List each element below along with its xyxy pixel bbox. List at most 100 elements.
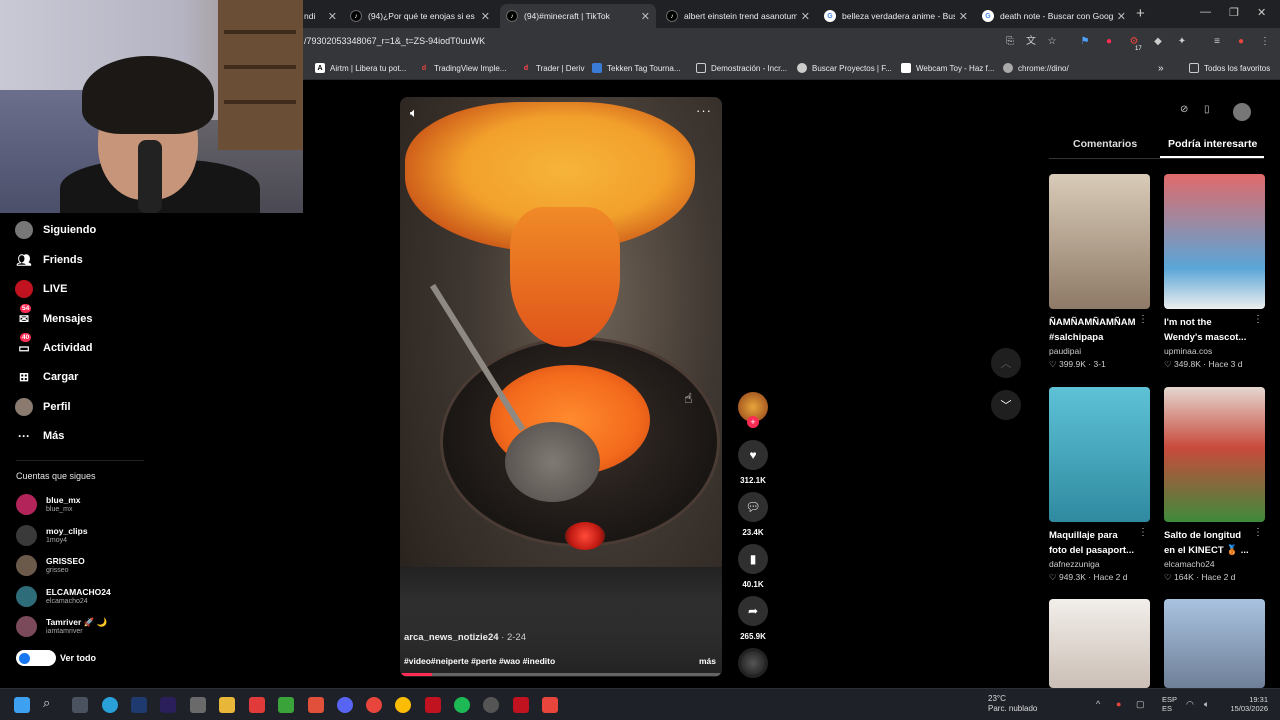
extension-icon[interactable]: ◆: [1151, 35, 1165, 49]
bookmark-item[interactable]: d TradingView Imple...: [419, 63, 507, 73]
new-tab-icon[interactable]: +: [1136, 5, 1145, 22]
premiere-icon[interactable]: [160, 697, 176, 713]
clock[interactable]: 19:31 15/03/2026: [1228, 695, 1268, 713]
obs-icon[interactable]: [483, 697, 499, 713]
follow-plus-icon[interactable]: +: [747, 416, 759, 428]
recommended-video-card[interactable]: Maquillaje para foto del pasaport... daf…: [1049, 387, 1150, 584]
close-tab-icon[interactable]: ✕: [641, 10, 650, 23]
translate-icon[interactable]: ⎘: [1003, 35, 1017, 49]
wifi-icon[interactable]: ◠: [1186, 699, 1194, 710]
discord-icon[interactable]: [337, 697, 353, 713]
weather-widget[interactable]: 23°C Parc. nublado: [988, 694, 1037, 714]
tab-podria-interesarte[interactable]: Podría interesarte: [1168, 138, 1257, 150]
app-icon[interactable]: [425, 697, 441, 713]
video-player[interactable]: 🔈︎ ··· arca_news_notizie24 · 2-24 #video…: [400, 97, 722, 677]
followed-account[interactable]: Tamriver 🚀 🌙 iamtamriver: [16, 616, 107, 637]
browser-tab[interactable]: ♪ albert einstein trend asanotum ✕: [660, 4, 816, 28]
sidebar-item-friends[interactable]: 👥︎ Friends: [15, 251, 82, 269]
brave-icon[interactable]: [308, 697, 324, 713]
photoshop-icon[interactable]: [131, 697, 147, 713]
star-icon[interactable]: ☆: [1045, 35, 1059, 49]
language-indicator[interactable]: ESP ES: [1162, 695, 1177, 713]
close-tab-icon[interactable]: ✕: [1117, 10, 1126, 23]
url-field[interactable]: /79302053348067_r=1&_t=ZS-94iodT0uuWK: [304, 36, 485, 46]
search-icon[interactable]: ⌕: [43, 695, 59, 711]
browser-tab[interactable]: ndi ✕: [298, 4, 343, 28]
more-options-icon[interactable]: ⋮: [1253, 314, 1263, 325]
extension-icon[interactable]: ⚑: [1078, 35, 1092, 49]
app-icon[interactable]: [542, 697, 558, 713]
sidebar-item-mas[interactable]: ··· Más: [15, 427, 64, 445]
browser-tab[interactable]: ♪ (94)¿Por qué te enojas si es sol ✕: [344, 4, 496, 28]
recommended-video-card[interactable]: I'm not the Wendy's mascot... upminaa.co…: [1164, 174, 1265, 371]
minimize-icon[interactable]: —: [1200, 6, 1211, 18]
file-explorer-icon[interactable]: [219, 697, 235, 713]
close-tab-icon[interactable]: ✕: [481, 10, 490, 23]
restore-icon[interactable]: ❐: [1229, 6, 1239, 19]
app-icon[interactable]: [190, 697, 206, 713]
more-options-icon[interactable]: ⋮: [1253, 527, 1263, 538]
all-bookmarks-button[interactable]: Todos los favoritos: [1189, 63, 1270, 73]
bookmark-item[interactable]: A Airtm | Libera tu pot...: [315, 63, 406, 73]
profile-icon[interactable]: ●: [1234, 35, 1248, 49]
tray-icon[interactable]: ▢: [1136, 699, 1145, 710]
see-all-button[interactable]: Ver todo: [16, 650, 96, 666]
recommended-video-card[interactable]: [1164, 599, 1265, 688]
close-window-icon[interactable]: ✕: [1257, 6, 1266, 19]
more-text-button[interactable]: más: [699, 656, 716, 666]
more-options-icon[interactable]: ⋮: [1138, 314, 1148, 325]
previous-video-button[interactable]: ︿: [991, 348, 1021, 378]
sidebar-item-mensajes[interactable]: ✉ 54 Mensajes: [15, 304, 93, 328]
recommended-video-card[interactable]: Salto de longitud en el KINECT 🥉 ... elc…: [1164, 387, 1265, 584]
minecraft-icon[interactable]: [278, 697, 294, 713]
volume-icon[interactable]: 🔈︎: [410, 105, 418, 121]
puzzle-icon[interactable]: ✦: [1175, 35, 1189, 49]
browser-tab-active[interactable]: ♪ (94)#minecraft | TikTok ✕: [500, 4, 656, 28]
extension-icon[interactable]: ⚙ 17: [1127, 35, 1142, 52]
task-view-icon[interactable]: [72, 697, 88, 713]
profile-avatar[interactable]: [1233, 103, 1251, 121]
compass-icon[interactable]: ⊘: [1180, 104, 1188, 115]
recommended-video-card[interactable]: ÑAMÑAMÑAMÑAM #salchipapa paudipai ♡ 399.…: [1049, 174, 1150, 371]
followed-account[interactable]: blue_mx blue_mx: [16, 494, 81, 515]
share-button[interactable]: ➦ 265.9K: [736, 596, 770, 641]
edge-icon[interactable]: [102, 697, 118, 713]
app-icon[interactable]: [513, 697, 529, 713]
bookmark-item[interactable]: d Trader | Deriv: [521, 63, 585, 73]
sidebar-item-siguiendo[interactable]: Siguiendo: [15, 221, 96, 239]
device-icon[interactable]: ▯: [1204, 104, 1210, 115]
bookmark-item[interactable]: chrome://dino/: [1003, 63, 1069, 73]
media-icon[interactable]: ≡: [1210, 35, 1224, 49]
app-icon[interactable]: [249, 697, 265, 713]
chevron-up-icon[interactable]: ^: [1096, 699, 1100, 709]
bookmark-item[interactable]: Buscar Proyectos | F...: [797, 63, 892, 73]
tab-comentarios[interactable]: Comentarios: [1073, 138, 1137, 150]
close-tab-icon[interactable]: ✕: [328, 10, 337, 23]
bookmark-item[interactable]: Demostración - Incr...: [696, 63, 787, 73]
menu-icon[interactable]: ⋮: [1258, 35, 1272, 49]
browser-tab[interactable]: G belleza verdadera anime - Busc ✕: [818, 4, 974, 28]
language-icon[interactable]: 文: [1024, 35, 1038, 49]
bookmark-item[interactable]: Webcam Toy - Haz f...: [901, 63, 994, 73]
more-options-icon[interactable]: ⋮: [1138, 527, 1148, 538]
comment-button[interactable]: 💬︎ 23.4K: [736, 492, 770, 537]
recommended-video-card[interactable]: [1049, 599, 1150, 688]
volume-icon[interactable]: 🔈︎: [1204, 699, 1209, 710]
video-author[interactable]: arca_news_notizie24 · 2-24: [404, 632, 526, 643]
bookmarks-overflow-icon[interactable]: »: [1158, 63, 1164, 74]
like-button[interactable]: ♥ 312.1K: [736, 440, 770, 485]
video-progress-bar[interactable]: [400, 673, 722, 676]
sidebar-item-actividad[interactable]: ▭ 40 Actividad: [15, 333, 93, 357]
browser-tab[interactable]: G death note - Buscar con Googl ✕: [976, 4, 1132, 28]
app-icon[interactable]: [366, 697, 382, 713]
followed-account[interactable]: GRISSEO grisseo: [16, 555, 85, 576]
close-tab-icon[interactable]: ✕: [801, 10, 810, 23]
music-disc-icon[interactable]: [738, 648, 768, 678]
followed-account[interactable]: moy_clips 1moy4: [16, 525, 88, 546]
followed-account[interactable]: ELCAMACHO24 elcamacho24: [16, 586, 111, 607]
windows-start-icon[interactable]: [14, 697, 30, 713]
spotify-icon[interactable]: [454, 697, 470, 713]
sidebar-item-cargar[interactable]: ⊞ Cargar: [15, 368, 79, 386]
more-options-icon[interactable]: ···: [696, 103, 712, 118]
close-tab-icon[interactable]: ✕: [959, 10, 968, 23]
